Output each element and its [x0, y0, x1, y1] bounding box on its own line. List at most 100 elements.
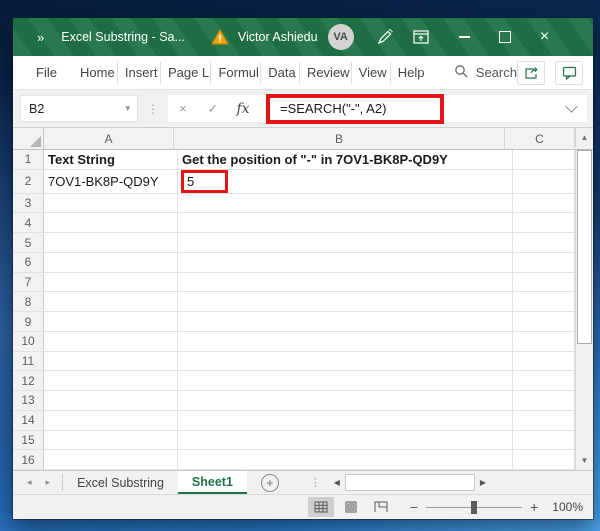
- cell-C5[interactable]: [513, 233, 575, 252]
- row-header-9[interactable]: 9: [13, 312, 44, 331]
- cell-A7[interactable]: [44, 273, 178, 292]
- row-header-8[interactable]: 8: [13, 292, 44, 311]
- name-box-dropdown-icon[interactable]: ▾: [118, 103, 137, 114]
- cell-C14[interactable]: [513, 411, 575, 430]
- zoom-level[interactable]: 100%: [552, 500, 583, 514]
- cell-C16[interactable]: [513, 450, 575, 469]
- cell-B6[interactable]: [178, 253, 513, 272]
- tab-formulas[interactable]: Formul: [210, 62, 260, 84]
- row-header-7[interactable]: 7: [13, 273, 44, 292]
- row-header-3[interactable]: 3: [13, 194, 44, 213]
- cell-B4[interactable]: [178, 213, 513, 232]
- tab-review[interactable]: Review: [299, 62, 351, 84]
- page-layout-view-icon[interactable]: [338, 497, 364, 517]
- formula-text[interactable]: =SEARCH("-", A2): [280, 101, 386, 116]
- cell-B11[interactable]: [178, 352, 513, 371]
- cancel-icon[interactable]: ×: [168, 101, 198, 116]
- row-header-15[interactable]: 15: [13, 431, 44, 450]
- tab-file[interactable]: File: [29, 62, 61, 84]
- cell-A15[interactable]: [44, 431, 178, 450]
- tab-home[interactable]: Home: [73, 62, 117, 84]
- cell-C12[interactable]: [513, 371, 575, 390]
- zoom-slider[interactable]: [426, 507, 522, 508]
- formula-bar-grip-icon[interactable]: ⋮: [138, 102, 168, 116]
- cell-A13[interactable]: [44, 391, 178, 410]
- cell-A2[interactable]: 7OV1-BK8P-QD9Y: [44, 170, 178, 193]
- row-header-16[interactable]: 16: [13, 450, 44, 469]
- cell-A11[interactable]: [44, 352, 178, 371]
- row-header-13[interactable]: 13: [13, 391, 44, 410]
- cell-B12[interactable]: [178, 371, 513, 390]
- new-sheet-button[interactable]: +: [261, 474, 279, 492]
- cell-C3[interactable]: [513, 194, 575, 213]
- cell-A4[interactable]: [44, 213, 178, 232]
- row-header-11[interactable]: 11: [13, 352, 44, 371]
- formula-bar[interactable]: × ✓ fx =SEARCH("-", A2): [168, 95, 587, 122]
- cell-B15[interactable]: [178, 431, 513, 450]
- hscroll-right-icon[interactable]: ▶: [475, 478, 491, 487]
- zoom-slider-thumb[interactable]: [471, 501, 477, 514]
- user-name[interactable]: Victor Ashiedu: [238, 30, 318, 44]
- row-header-6[interactable]: 6: [13, 253, 44, 272]
- tab-insert[interactable]: Insert: [117, 62, 160, 84]
- select-all-corner[interactable]: [13, 128, 44, 149]
- cell-C4[interactable]: [513, 213, 575, 232]
- cell-A12[interactable]: [44, 371, 178, 390]
- cell-C6[interactable]: [513, 253, 575, 272]
- cell-C7[interactable]: [513, 273, 575, 292]
- tab-help[interactable]: Help: [390, 62, 428, 84]
- name-box[interactable]: B2 ▾: [20, 95, 138, 122]
- tab-view[interactable]: View: [351, 62, 390, 84]
- maximize-button[interactable]: [488, 22, 522, 52]
- page-break-preview-icon[interactable]: [368, 497, 394, 517]
- user-avatar[interactable]: VA: [328, 24, 354, 50]
- minimize-button[interactable]: [448, 22, 482, 52]
- cell-A3[interactable]: [44, 194, 178, 213]
- cell-A8[interactable]: [44, 292, 178, 311]
- cell-A1[interactable]: Text String: [44, 150, 178, 169]
- cell-A5[interactable]: [44, 233, 178, 252]
- scroll-up-icon[interactable]: ▲: [575, 128, 593, 147]
- search-box[interactable]: Search: [454, 64, 517, 81]
- row-header-1[interactable]: 1: [13, 150, 44, 169]
- inking-pen-icon[interactable]: [370, 22, 400, 52]
- enter-icon[interactable]: ✓: [198, 101, 228, 117]
- tab-page-layout[interactable]: Page L: [160, 62, 211, 84]
- cell-B13[interactable]: [178, 391, 513, 410]
- row-header-5[interactable]: 5: [13, 233, 44, 252]
- sheet-nav-left-icon[interactable]: ◂: [27, 477, 32, 488]
- ribbon-display-options-icon[interactable]: [406, 22, 436, 52]
- cell-C9[interactable]: [513, 312, 575, 331]
- cell-B7[interactable]: [178, 273, 513, 292]
- cell-C11[interactable]: [513, 352, 575, 371]
- cell-C2[interactable]: [513, 170, 575, 193]
- cell-A16[interactable]: [44, 450, 178, 469]
- row-header-4[interactable]: 4: [13, 213, 44, 232]
- vertical-scrollbar[interactable]: ▼: [575, 150, 593, 470]
- sheet-nav-right-icon[interactable]: ▸: [46, 477, 51, 488]
- cell-B10[interactable]: [178, 332, 513, 351]
- warning-icon[interactable]: [211, 29, 229, 45]
- column-header-c[interactable]: C: [505, 128, 575, 149]
- normal-view-icon[interactable]: [308, 497, 334, 517]
- cell-B14[interactable]: [178, 411, 513, 430]
- insert-function-icon[interactable]: fx: [228, 101, 258, 117]
- cell-B3[interactable]: [178, 194, 513, 213]
- share-button[interactable]: [517, 61, 545, 85]
- zoom-in-icon[interactable]: +: [530, 500, 538, 514]
- cell-B16[interactable]: [178, 450, 513, 469]
- row-header-12[interactable]: 12: [13, 371, 44, 390]
- cell-B1[interactable]: Get the position of "-" in 7OV1-BK8P-QD9…: [178, 150, 513, 169]
- horizontal-scrollbar-track[interactable]: [345, 474, 475, 491]
- column-header-a[interactable]: A: [44, 128, 174, 149]
- column-header-b[interactable]: B: [174, 128, 505, 149]
- cell-A9[interactable]: [44, 312, 178, 331]
- cell-A10[interactable]: [44, 332, 178, 351]
- scroll-down-icon[interactable]: ▼: [576, 451, 593, 470]
- quick-access-overflow-icon[interactable]: »: [37, 30, 45, 45]
- cell-B2[interactable]: 5: [178, 170, 513, 193]
- cell-A14[interactable]: [44, 411, 178, 430]
- cell-C1[interactable]: [513, 150, 575, 169]
- expand-formula-bar-icon[interactable]: [565, 100, 577, 112]
- sheet-tab-sheet1[interactable]: Sheet1: [178, 471, 247, 494]
